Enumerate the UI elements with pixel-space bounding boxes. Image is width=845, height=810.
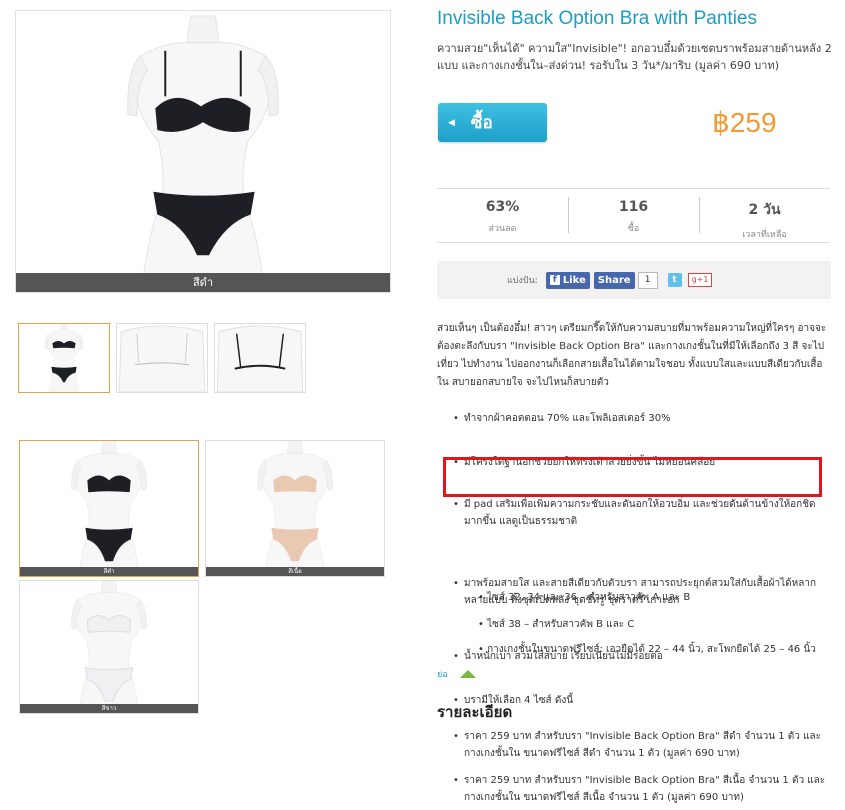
buy-button[interactable]: ◀ ซื้อ (438, 103, 547, 142)
share-bar: แบ่งปัน: f Like Share 1 t g+1 (437, 261, 831, 299)
main-photo-caption: สีดำ (16, 273, 390, 292)
collapse-toggle[interactable]: ย่อ (437, 667, 476, 681)
collapse-label: ย่อ (437, 670, 448, 680)
stat-bought: 116 ซื้อ (568, 189, 699, 242)
thumbnail-side-image (216, 325, 304, 392)
stat-discount-label: ส่วนลด (488, 224, 517, 234)
size-bullet: • (478, 644, 484, 655)
product-subtitle: ความสวย"เห็นได้" ความใส"Invisible"! อกอว… (437, 42, 832, 72)
size-list: • กางเกงชั้นในขนาดฟรีไซส์: เอวยืดได้ 22 … (467, 641, 827, 658)
details-item: ราคา 259 บาท สำหรับบรา "Invisible Back O… (453, 772, 828, 806)
size-text: กางเกงชั้นในขนาดฟรีไซส์: เอวยืดได้ 22 – … (487, 644, 816, 655)
facebook-icon: f (549, 275, 560, 285)
size-item: • ไซส์ 32, 34 และ 36 – สำหรับสาวคัพ A แล… (467, 589, 827, 606)
size-list: • ไซส์ 32, 34 และ 36 – สำหรับสาวคัพ A แล… (467, 589, 827, 606)
main-product-photo[interactable]: สีดำ (15, 10, 391, 293)
thumbnail-front-image (44, 324, 84, 392)
thumbnail-back-clear-strap[interactable] (116, 323, 208, 393)
play-arrow-icon: ◀ (448, 117, 455, 128)
gallery-nude[interactable]: สีเนื้อ (205, 440, 385, 577)
size-item: • ไซส์ 38 – สำหรับสาวคัพ B และ C (467, 616, 827, 633)
stat-bought-label: ซื้อ (627, 224, 640, 234)
facebook-like-button[interactable]: f Like (545, 271, 590, 289)
stat-time-left-label: เวลาที่เหลือ (742, 230, 787, 240)
product-title: Invisible Back Option Bra with Panties (437, 8, 757, 29)
stat-bought-value: 116 (618, 199, 649, 215)
facebook-like-label: Like (562, 274, 586, 286)
details-list: ราคา 259 บาท สำหรับบรา "Invisible Back O… (453, 728, 828, 810)
size-bullet: • (478, 619, 484, 630)
gallery-white-image (71, 581, 147, 713)
share-label: แบ่งปัน: (507, 276, 538, 286)
triangle-up-icon (459, 670, 476, 678)
size-text: ไซส์ 38 – สำหรับสาวคัพ B และ C (487, 619, 635, 630)
size-text: ไซส์ 32, 34 และ 36 – สำหรับสาวคัพ A และ … (487, 592, 691, 603)
price: ฿259 (712, 107, 777, 138)
feature-item: ทำจากผ้าคอตตอน 70% และโพลิเอสเตอร์ 30% (453, 410, 831, 427)
stat-discount-value: 63% (485, 199, 520, 215)
highlight-box (443, 457, 822, 497)
gallery-nude-caption: สีเนื้อ (206, 567, 384, 576)
thumbnail-front[interactable] (18, 323, 110, 393)
stat-time-left: 2 วัน เวลาที่เหลือ (699, 189, 830, 242)
google-plus-button[interactable]: g+1 (687, 273, 713, 287)
deal-stats: 63% ส่วนลด 116 ซื้อ 2 วัน เวลาที่เหลือ (437, 188, 830, 243)
gallery-white[interactable]: สีขาว (19, 580, 199, 714)
facebook-share-label: Share (597, 274, 631, 286)
gallery-black-caption: สีดำ (20, 567, 198, 576)
gallery-white-caption: สีขาว (20, 704, 198, 713)
thumbnail-back-image (118, 325, 206, 392)
details-title: รายละเอียด (437, 703, 513, 721)
thumbnail-side-strap[interactable] (214, 323, 306, 393)
gallery-black[interactable]: สีดำ (19, 440, 199, 577)
stat-discount: 63% ส่วนลด (437, 189, 568, 242)
product-description: สวยเห็นๆ เป็นต้องอึ๋ม! สาวๆ เตรียมกรี๊ดใ… (437, 323, 827, 388)
feature-item-highlighted: มี pad เสริมเพื่อเพิ่มความกระชับและดันอก… (453, 496, 823, 530)
facebook-share-button[interactable]: Share (593, 271, 635, 289)
gallery-black-image (71, 441, 147, 574)
stat-time-left-value: 2 วัน (748, 202, 781, 218)
details-item: ราคา 259 บาท สำหรับบรา "Invisible Back O… (453, 728, 828, 762)
twitter-icon[interactable]: t (667, 273, 682, 287)
size-item: • กางเกงชั้นในขนาดฟรีไซส์: เอวยืดได้ 22 … (467, 641, 827, 658)
gallery-nude-image (257, 441, 333, 574)
size-bullet: • (478, 592, 484, 603)
thumbnail-strip (18, 323, 306, 393)
main-photo-image (127, 15, 279, 285)
buy-button-label: ซื้อ (470, 113, 493, 133)
size-list: • ไซส์ 38 – สำหรับสาวคัพ B และ C (467, 616, 827, 633)
share-count: 1 (637, 271, 658, 289)
